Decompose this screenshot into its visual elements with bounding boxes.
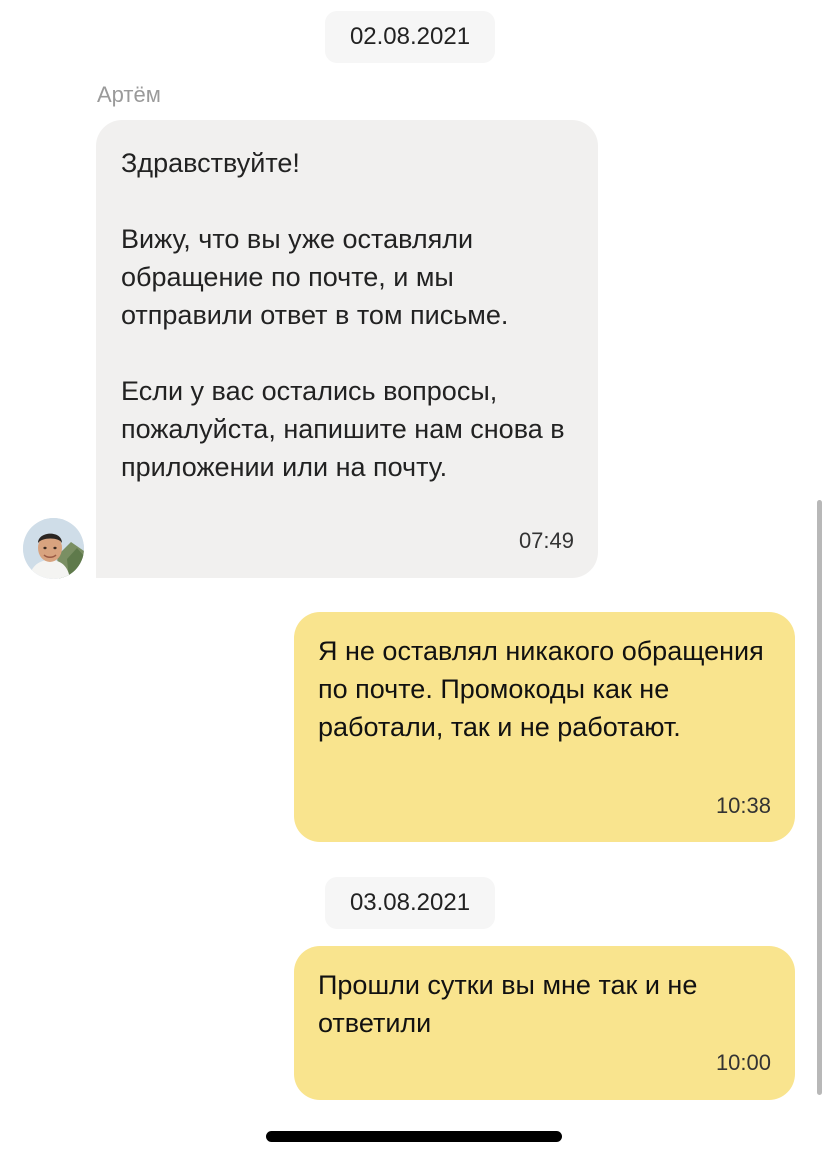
- message-text: Прошли сутки вы мне так и не ответили: [318, 970, 698, 1038]
- outgoing-message[interactable]: Прошли сутки вы мне так и не ответили 10…: [294, 946, 795, 1100]
- message-paragraph: Здравствуйте!: [121, 148, 300, 178]
- scrollbar[interactable]: [817, 500, 822, 1095]
- incoming-message[interactable]: Здравствуйте! Вижу, что вы уже оставляли…: [96, 120, 598, 578]
- home-indicator[interactable]: [266, 1131, 562, 1142]
- date-separator: 02.08.2021: [325, 11, 495, 63]
- message-time: 10:00: [715, 1050, 771, 1075]
- date-separator: 03.08.2021: [325, 877, 495, 929]
- message-paragraph: Вижу, что вы уже оставляли обращение по …: [121, 224, 509, 330]
- message-time: 07:49: [518, 528, 574, 553]
- message-time: 10:38: [715, 793, 771, 818]
- user-photo-avatar-icon[interactable]: [23, 518, 84, 579]
- message-text: Я не оставлял никакого обращения по почт…: [318, 636, 764, 742]
- sender-name: Артём: [97, 82, 161, 107]
- outgoing-message[interactable]: Я не оставлял никакого обращения по почт…: [294, 612, 795, 842]
- chat-screen: 02.08.2021 Артём Здравствуйте! Вижу, что…: [0, 0, 828, 1156]
- message-paragraph: Если у вас остались вопросы, пожалуйста,…: [121, 376, 565, 482]
